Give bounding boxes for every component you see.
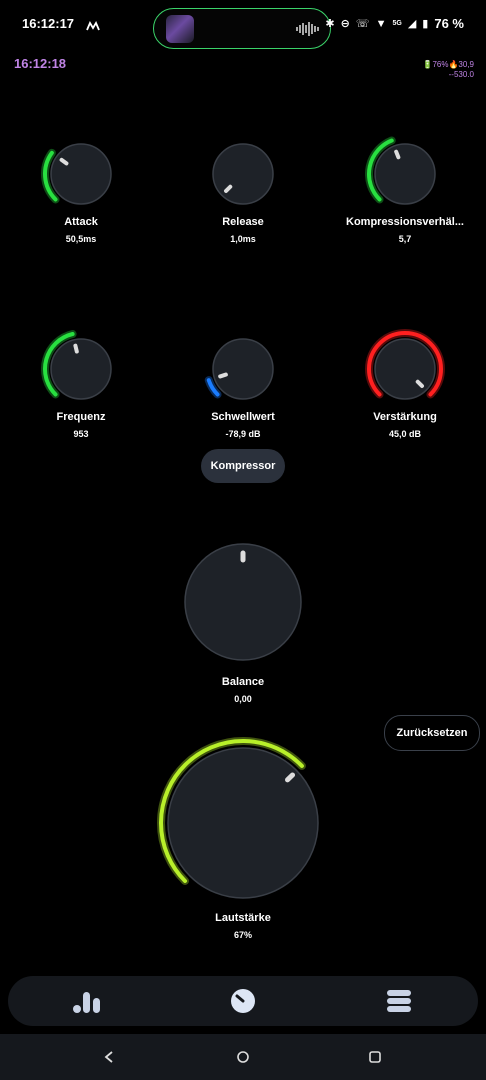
knob-ratio[interactable] [365, 134, 445, 214]
home-icon[interactable] [236, 1050, 250, 1064]
knob-pointer [285, 772, 296, 783]
knob-pointer [394, 149, 401, 160]
dial-tab[interactable] [230, 988, 256, 1019]
knob-pointer [218, 372, 228, 379]
knob-body [50, 143, 112, 205]
menu-tab[interactable] [386, 988, 412, 1019]
media-pill[interactable] [153, 8, 331, 49]
knob-value-ratio: 5,7 [398, 234, 412, 244]
overlay-battery-line: 🔋76%🔥30,9 [422, 60, 474, 69]
reset-button[interactable]: Zurücksetzen [384, 715, 480, 751]
bluetooth-icon: ✱ [325, 18, 335, 30]
knob-body [167, 747, 319, 899]
volume-value: 67% [233, 930, 252, 940]
balance-value: 0,00 [234, 694, 252, 704]
equalizer-icon [73, 992, 100, 1013]
knob-body [374, 143, 436, 205]
equalizer-tab[interactable] [72, 988, 102, 1019]
bottom-nav [8, 976, 478, 1026]
status-icons: ✱ ⊖ ☏ ▼ 5G ◢ ▮ 76 % [325, 16, 464, 31]
wifi-call-icon: ☏ [355, 18, 370, 30]
knob-label-threshold: Schwellwert [211, 411, 275, 423]
knob-label-release: Release [222, 216, 264, 228]
knob-threshold[interactable] [203, 329, 283, 409]
knob-value-frequency: 953 [73, 429, 89, 439]
app-notification-icon [86, 18, 100, 36]
waveform-icon [296, 22, 319, 36]
volume-knob[interactable] [153, 733, 333, 913]
knob-value-attack: 50,5ms [65, 234, 97, 244]
knob-label-attack: Attack [64, 216, 98, 228]
compressor-button[interactable]: Kompressor [201, 449, 285, 483]
overlay-clock: 16:12:18 [14, 56, 67, 71]
knob-label-ratio: Kompressionsverhäl... [346, 216, 464, 228]
wifi-icon: ▼ [375, 17, 387, 30]
knob-body [212, 338, 274, 400]
menu-icon [387, 990, 411, 1012]
network-type: 5G [392, 20, 402, 27]
knob-pointer [73, 343, 79, 354]
dnd-icon: ⊖ [340, 18, 350, 30]
battery-percent: 76 % [434, 16, 464, 31]
knob-gain[interactable] [365, 329, 445, 409]
system-nav [0, 1034, 486, 1080]
knob-value-gain: 45,0 dB [388, 429, 421, 439]
knob-frequency[interactable] [41, 329, 121, 409]
dial-icon [231, 989, 255, 1013]
knob-label-frequency: Frequenz [56, 411, 106, 423]
knob-body [50, 338, 112, 400]
status-time: 16:12:17 [22, 16, 75, 31]
battery-icon: ▮ [422, 18, 429, 30]
knob-value-release: 1,0ms [230, 234, 256, 244]
knob-pointer [59, 157, 69, 166]
knob-value-threshold: -78,9 dB [225, 429, 261, 439]
signal-icon: ◢ [407, 18, 417, 30]
overlay-current-line: --530.0 [448, 70, 474, 79]
knob-body [374, 338, 436, 400]
back-icon[interactable] [102, 1050, 116, 1064]
overlay-battery: 🔋76%🔥30,9 --530.0 [422, 60, 474, 80]
balance-knob[interactable] [182, 541, 304, 663]
knob-body [212, 143, 274, 205]
album-art [166, 15, 194, 43]
knob-release[interactable] [203, 134, 283, 214]
balance-label: Balance [221, 676, 265, 688]
knob-label-gain: Verstärkung [373, 411, 437, 423]
knob-attack[interactable] [41, 134, 121, 214]
recents-icon[interactable] [368, 1050, 382, 1064]
volume-label: Lautstärke [215, 912, 271, 924]
